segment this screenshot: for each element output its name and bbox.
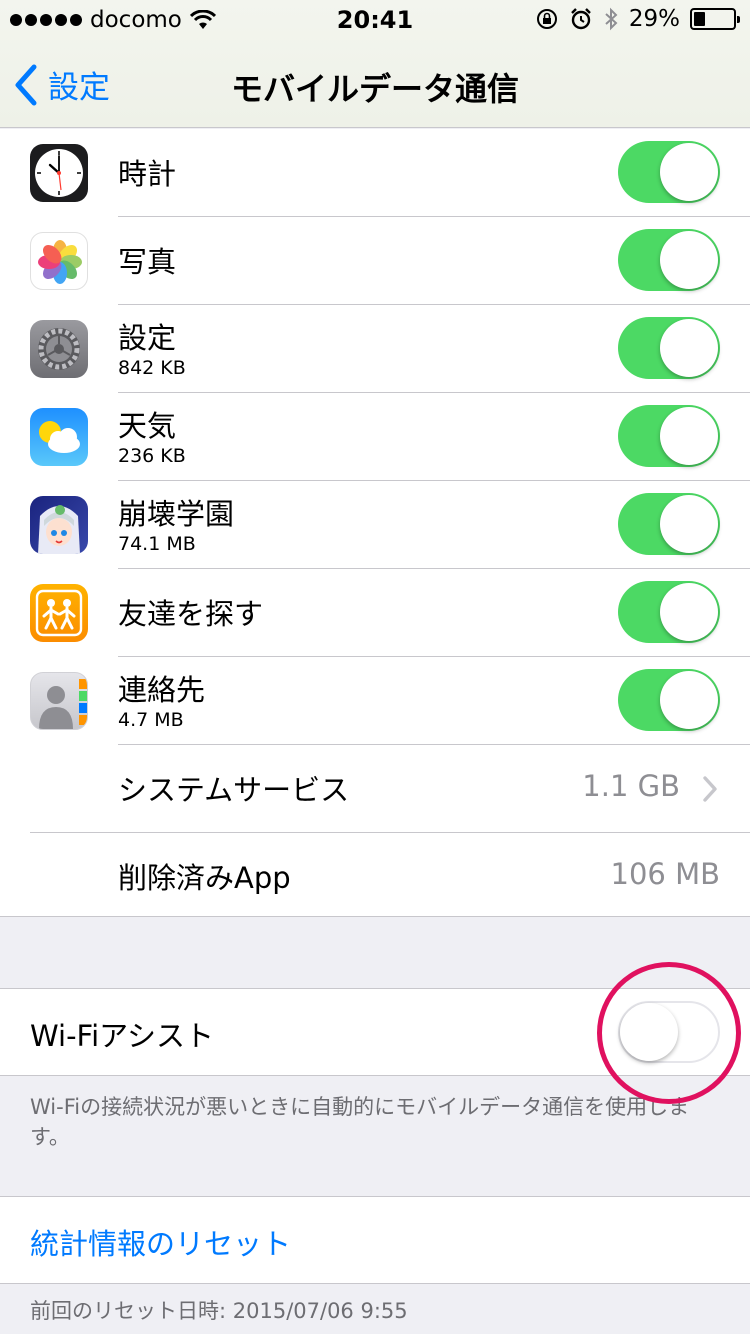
battery-percent: 29%: [628, 6, 680, 32]
toggle-knob: [660, 495, 718, 553]
status-right: 29%: [535, 6, 740, 32]
app-row-clock: 時計: [0, 129, 750, 217]
app-name: 天気: [118, 409, 177, 443]
page-title: モバイルデータ通信: [230, 70, 519, 108]
deleted-apps-label: 削除済みApp: [118, 861, 291, 895]
app-name: 写真: [118, 245, 177, 279]
app-row-contacts: 連絡先 4.7 MB: [0, 657, 750, 745]
battery-fill: [694, 12, 705, 26]
app-name: 設定: [118, 321, 177, 355]
weather-app-icon: [30, 408, 88, 466]
screen: docomo 20:41 29% 設定 モバイルデータ通信 時計 写真 設定 8…: [0, 0, 750, 1334]
app-name: 崩壊学園: [118, 497, 235, 531]
top-bar: docomo 20:41 29% 設定 モバイルデータ通信: [0, 0, 750, 128]
app-toggle-weather[interactable]: [618, 405, 720, 467]
contacts-app-icon: [30, 672, 88, 730]
deleted-apps-row: 削除済みApp 106 MB: [0, 833, 750, 921]
bluetooth-icon: [605, 7, 618, 31]
wifi-assist-label: Wi-Fiアシスト: [30, 1019, 215, 1053]
system-services-row[interactable]: システムサービス 1.1 GB: [0, 745, 750, 833]
app-row-houkai-gakuen: 崩壊学園 74.1 MB: [0, 481, 750, 569]
toggle-knob: [660, 319, 718, 377]
app-toggle-contacts[interactable]: [618, 669, 720, 731]
app-toggle-find-friends[interactable]: [618, 581, 720, 643]
toggle-knob: [660, 671, 718, 729]
toggle-knob: [660, 143, 718, 201]
apps-list: 時計 写真 設定 842 KB 天気 236 KB 崩壊学園 74.1 MB 友…: [0, 129, 750, 917]
navigation-bar: 設定 モバイルデータ通信: [0, 40, 750, 128]
app-data-size: 74.1 MB: [118, 533, 196, 555]
app-toggle-photos[interactable]: [618, 229, 720, 291]
rotation-lock-icon: [536, 9, 557, 29]
app-name: 友達を探す: [118, 597, 264, 631]
houkai-gakuen-app-icon: [30, 496, 88, 554]
app-toggle-settings[interactable]: [618, 317, 720, 379]
toggle-knob: [660, 583, 718, 641]
deleted-apps-value: 106 MB: [610, 857, 721, 891]
app-row-find-friends: 友達を探す: [0, 569, 750, 657]
app-name: 時計: [118, 157, 177, 191]
toggle-knob: [660, 407, 718, 465]
app-row-photos: 写真: [0, 217, 750, 305]
photos-app-icon: [30, 232, 88, 290]
toggle-knob: [660, 231, 718, 289]
reset-statistics-button[interactable]: 統計情報のリセット: [30, 1221, 291, 1263]
app-row-settings: 設定 842 KB: [0, 305, 750, 393]
settings-app-icon: [30, 320, 88, 378]
highlight-circle: [597, 962, 741, 1104]
app-row-weather: 天気 236 KB: [0, 393, 750, 481]
clock-app-icon: [30, 144, 88, 202]
wifi-assist-description: Wi-Fiの接続状況が悪いときに自動的にモバイルデータ通信を使用します。: [30, 1095, 690, 1149]
find-friends-app-icon: [30, 584, 88, 642]
chevron-right-icon: [703, 776, 717, 802]
system-services-value: 1.1 GB: [582, 769, 680, 803]
last-reset-text: 前回のリセット日時: 2015/07/06 9:55: [30, 1299, 408, 1323]
app-data-size: 4.7 MB: [118, 709, 184, 731]
app-data-size: 236 KB: [118, 445, 186, 467]
app-toggle-clock[interactable]: [618, 141, 720, 203]
system-services-label: システムサービス: [118, 773, 350, 807]
status-bar: docomo 20:41 29%: [0, 0, 750, 40]
alarm-icon: [571, 8, 591, 30]
battery-icon: [690, 8, 740, 30]
reset-group: 統計情報のリセット: [0, 1196, 750, 1284]
app-data-size: 842 KB: [118, 357, 186, 379]
app-name: 連絡先: [118, 673, 206, 707]
app-toggle-houkai-gakuen[interactable]: [618, 493, 720, 555]
